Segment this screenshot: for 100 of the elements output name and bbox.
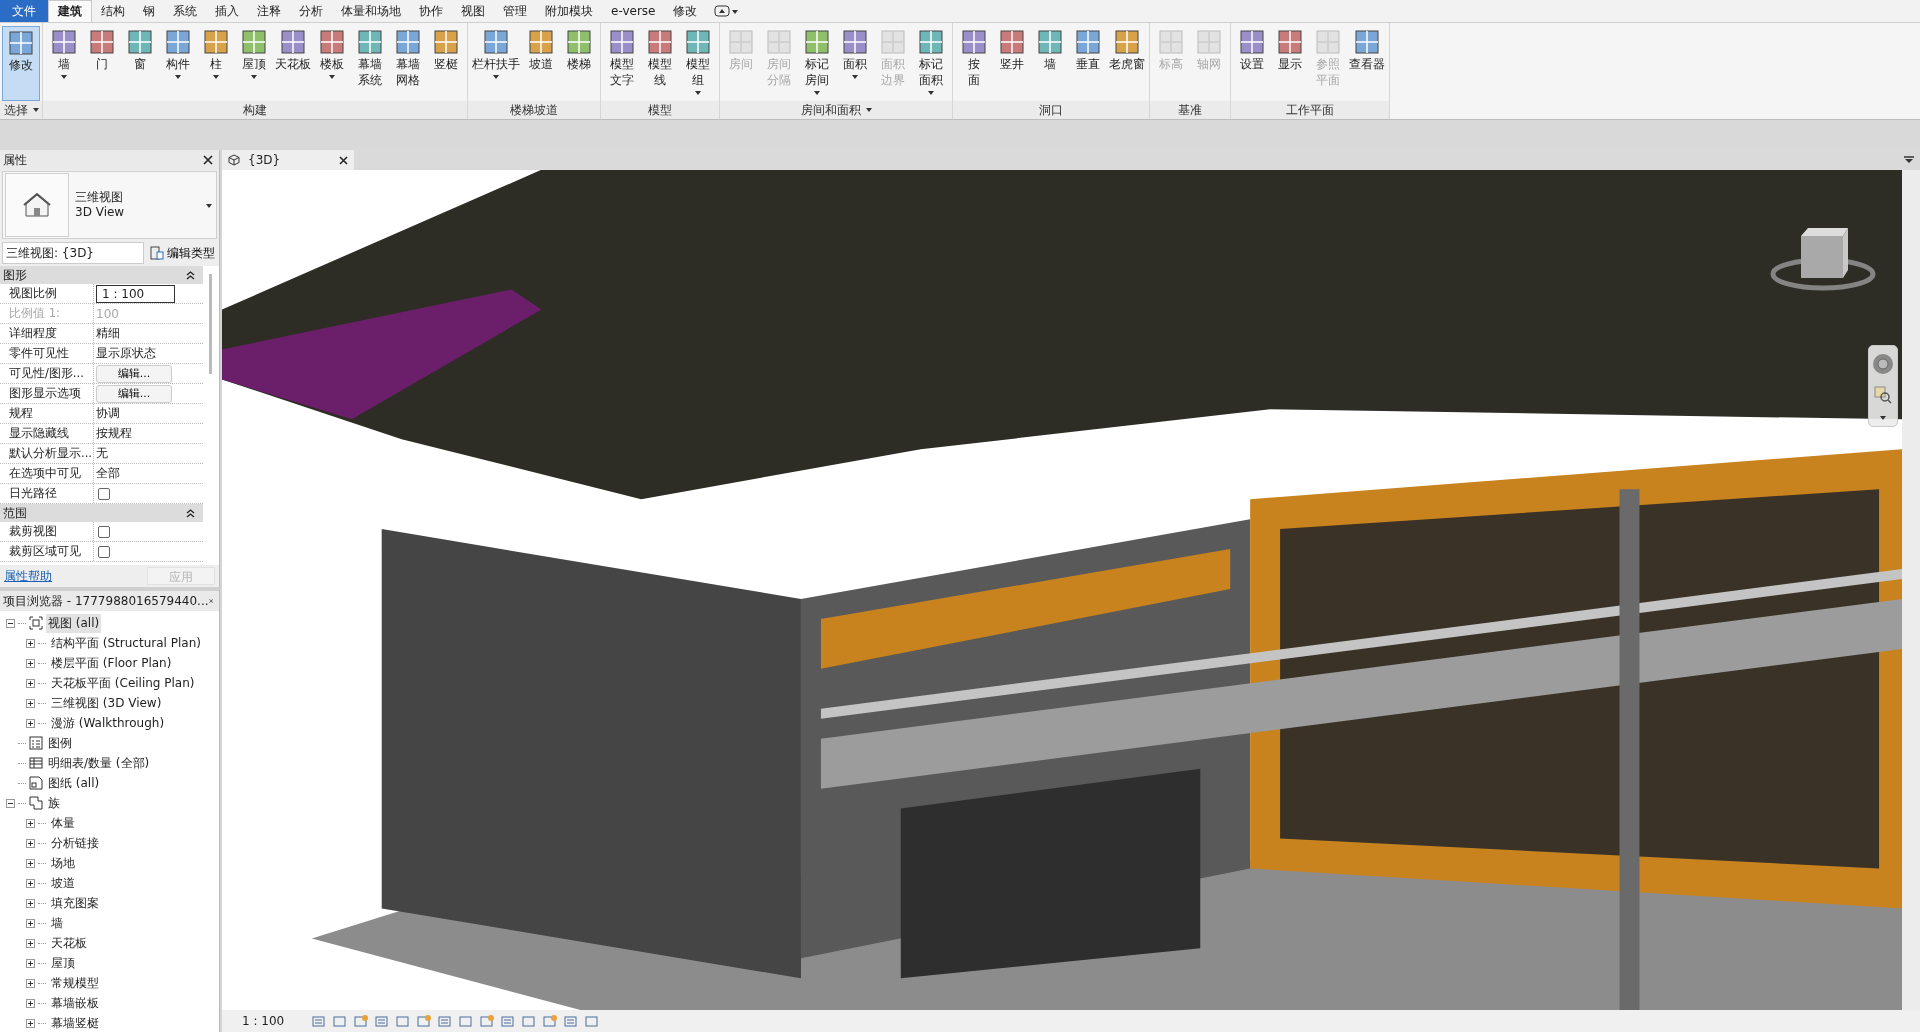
caret-icon[interactable] <box>695 91 701 95</box>
caret-icon[interactable] <box>493 75 499 79</box>
section-header[interactable]: 范围 <box>0 504 203 522</box>
ribbon-tab[interactable]: 附加模块 <box>536 0 602 22</box>
tree-item[interactable]: 天花板 <box>49 933 89 953</box>
tree-item[interactable]: 图例 <box>46 733 74 753</box>
ribbon-tab[interactable]: 分析 <box>290 0 332 22</box>
view-scale[interactable]: 1 : 100 <box>242 1014 285 1028</box>
section-header[interactable]: 图形 <box>0 266 203 284</box>
tree-item[interactable]: 场地 <box>49 853 77 873</box>
expander-icon[interactable] <box>26 898 35 908</box>
collapse-icon[interactable] <box>186 270 195 280</box>
ribbon-tab[interactable]: 插入 <box>206 0 248 22</box>
caret-icon[interactable] <box>61 75 67 79</box>
tree-item[interactable]: 图纸 (all) <box>46 773 102 793</box>
help-link[interactable]: 属性帮助 <box>4 567 52 585</box>
tree-item[interactable]: 三维视图 (3D View) <box>49 693 164 713</box>
view-tab[interactable]: {3D} <box>222 150 354 170</box>
ribbon-button[interactable]: 幕墙 系统 <box>351 26 389 101</box>
expander-icon[interactable] <box>26 938 35 948</box>
ribbon-button[interactable]: 老虎窗 <box>1107 26 1147 101</box>
expander-icon[interactable] <box>26 998 35 1008</box>
tree-item[interactable]: 漫游 (Walkthrough) <box>49 713 167 733</box>
ribbon-button[interactable]: 屋顶 <box>235 26 273 101</box>
expander-icon[interactable] <box>26 838 35 848</box>
expander-icon[interactable] <box>26 878 35 888</box>
ribbon-button[interactable]: 标记 房间 <box>798 26 836 101</box>
navigation-bar[interactable] <box>1868 345 1898 427</box>
expander-icon[interactable] <box>26 958 35 968</box>
caret-icon[interactable] <box>32 108 39 112</box>
tree-item[interactable]: 填充图案 <box>49 893 101 913</box>
caret-icon[interactable] <box>213 75 219 79</box>
expander-icon[interactable] <box>26 698 35 708</box>
ribbon-button[interactable]: 修改 <box>2 26 40 101</box>
ribbon-tab[interactable]: 修改 <box>664 0 707 22</box>
expander-icon[interactable] <box>26 978 35 988</box>
tree-item[interactable]: 幕墙嵌板 <box>49 993 101 1013</box>
caret-icon[interactable] <box>865 108 872 112</box>
caret-icon[interactable] <box>206 204 212 208</box>
zoom-icon[interactable] <box>1874 386 1892 404</box>
ribbon-tab[interactable]: 建筑 <box>48 0 92 22</box>
ribbon-button[interactable]: 竖井 <box>993 26 1031 101</box>
scale-field[interactable]: 1 : 100 <box>96 284 175 303</box>
steering-wheel-icon[interactable] <box>1871 352 1895 376</box>
ribbon-tab[interactable]: 体量和场地 <box>332 0 410 22</box>
close-icon[interactable] <box>339 155 348 165</box>
tree-item[interactable]: 族 <box>46 793 62 813</box>
tree-item[interactable]: 常规模型 <box>49 973 101 993</box>
ribbon-tab[interactable]: 钢 <box>134 0 164 22</box>
ribbon-button[interactable]: 按 面 <box>955 26 993 101</box>
ribbon-tab[interactable]: e-verse <box>602 0 665 22</box>
ribbon-button[interactable]: 模型 组 <box>679 26 717 101</box>
menu-icon[interactable] <box>1904 156 1914 164</box>
ribbon-button[interactable]: 标记 面积 <box>912 26 950 101</box>
ribbon-tab[interactable]: 注释 <box>248 0 290 22</box>
tree-item[interactable]: 坡道 <box>49 873 77 893</box>
tree-item[interactable]: 明细表/数量 (全部) <box>46 753 152 773</box>
ribbon-button[interactable]: 垂直 <box>1069 26 1107 101</box>
ribbon-button[interactable]: 墙 <box>45 26 83 101</box>
tree-item[interactable]: 分析链接 <box>49 833 101 853</box>
checkbox[interactable] <box>98 545 110 558</box>
caret-icon[interactable] <box>175 75 181 79</box>
collapse-icon[interactable] <box>186 508 195 518</box>
edit-button[interactable]: 编辑... <box>96 384 172 403</box>
tree-item[interactable]: 体量 <box>49 813 77 833</box>
ribbon-tab[interactable]: 系统 <box>164 0 206 22</box>
expander-icon[interactable] <box>26 1018 35 1028</box>
tree-item[interactable]: 视图 (all) <box>46 613 102 633</box>
caret-icon[interactable] <box>251 75 257 79</box>
checkbox[interactable] <box>98 525 110 538</box>
expander-icon[interactable] <box>6 798 15 808</box>
tree-item[interactable]: 楼层平面 (Floor Plan) <box>49 653 174 673</box>
expander-icon[interactable] <box>6 618 15 628</box>
ribbon-button[interactable]: 设置 <box>1233 26 1271 101</box>
checkbox[interactable] <box>98 487 110 500</box>
edit-type-button[interactable]: 编辑类型 <box>148 244 217 262</box>
panel-toggle-icon[interactable] <box>714 5 741 17</box>
tree-item[interactable]: 幕墙竖梃 <box>49 1013 101 1032</box>
expander-icon[interactable] <box>26 718 35 728</box>
edit-button[interactable]: 编辑... <box>96 364 172 383</box>
ribbon-button[interactable]: 面积 <box>836 26 874 101</box>
ribbon-button[interactable]: 竖梃 <box>427 26 465 101</box>
ribbon-button[interactable]: 楼梯 <box>560 26 598 101</box>
ribbon-button[interactable]: 查看器 <box>1347 26 1387 101</box>
type-selector[interactable]: 三维视图 3D View <box>2 171 217 239</box>
expander-icon[interactable] <box>26 918 35 928</box>
tree-item[interactable]: 结构平面 (Structural Plan) <box>49 633 203 653</box>
expander-icon[interactable] <box>26 658 35 668</box>
ribbon-tab[interactable]: 结构 <box>92 0 134 22</box>
caret-icon[interactable] <box>814 91 820 95</box>
expander-icon[interactable] <box>26 818 35 828</box>
expander-icon[interactable] <box>26 638 35 648</box>
ribbon-tab[interactable]: 文件 <box>0 0 48 22</box>
caret-icon[interactable] <box>1880 416 1886 420</box>
ribbon-button[interactable]: 模型 文字 <box>603 26 641 101</box>
caret-icon[interactable] <box>329 75 335 79</box>
scrollbar-thumb[interactable] <box>209 274 212 374</box>
ribbon-button[interactable]: 模型 线 <box>641 26 679 101</box>
tree-item[interactable]: 天花板平面 (Ceiling Plan) <box>49 673 197 693</box>
ribbon-button[interactable]: 门 <box>83 26 121 101</box>
